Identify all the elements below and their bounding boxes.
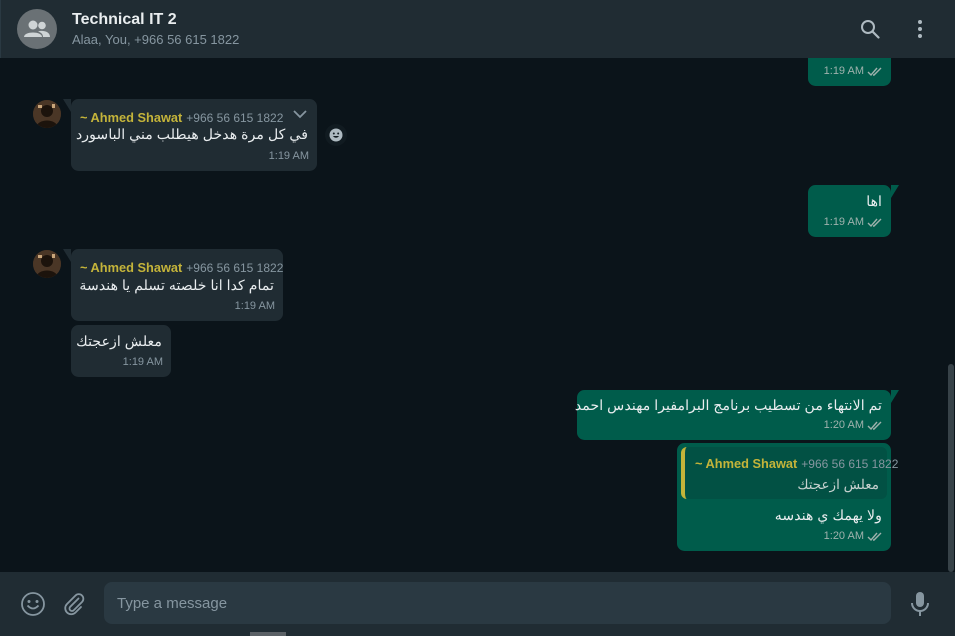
message-meta: 1:19 AM [824,62,883,81]
double-check-icon [867,218,882,228]
message-text: ولا يهمك ي هندسه [774,508,882,524]
double-check-icon [867,67,882,77]
sender-avatar[interactable] [33,250,61,278]
sender-phone: +966 56 615 1822 [186,111,284,125]
quoted-sender: ~ Ahmed Shawat +966 56 615 1822 [695,454,898,474]
window-edge-handle [250,632,286,636]
menu-button[interactable] [908,17,932,41]
profile-photo-icon [33,100,61,128]
sender-phone: +966 56 615 1822 [186,261,284,275]
composer-bar [0,572,955,636]
quoted-sender-name: ~ Ahmed Shawat [695,456,798,471]
message-sender[interactable]: ~ Ahmed Shawat +966 56 615 1822 [80,258,283,278]
search-icon [861,20,880,39]
message-time: 1:19 AM [234,300,275,312]
chat-title[interactable]: Technical IT 2 [72,11,177,29]
message-meta: 1:19 AM [235,297,275,316]
bubble-tail [63,99,71,112]
attach-button[interactable] [60,590,88,618]
quoted-text: معلش ازعجتك [797,477,879,492]
reaction-button[interactable] [325,124,347,146]
message-bubble-incoming[interactable]: معلش ازعجتك 1:19 AM [71,325,171,377]
message-meta: 1:20 AM [824,416,883,435]
bubble-tail [891,390,899,403]
chat-header[interactable]: Technical IT 2 Alaa, You, +966 56 615 18… [0,0,955,58]
group-avatar[interactable] [17,9,57,49]
message-bubble-incoming[interactable]: ~ Ahmed Shawat +966 56 615 1822 تمام كدا … [63,249,283,321]
search-button[interactable] [858,17,882,41]
chat-participants[interactable]: Alaa, You, +966 56 615 1822 [72,32,239,47]
message-text: اها [866,194,882,210]
quoted-sender-phone: +966 56 615 1822 [801,457,899,471]
message-meta: 1:19 AM [269,147,309,166]
message-bubble-outgoing[interactable]: 1:19 AM [808,58,891,86]
message-sender[interactable]: ~ Ahmed Shawat +966 56 615 1822 [80,108,283,128]
voice-message-button[interactable] [906,590,934,618]
message-bubble-outgoing[interactable]: تم الانتهاء من تسطيب برنامج البرامفيرا م… [574,390,899,440]
message-text: في كل مرة هدخل هيطلب مني الباسورد [75,127,308,143]
message-input[interactable] [104,582,891,624]
message-text: معلش ازعجتك [76,334,162,350]
bubble-tail [63,249,71,262]
message-list[interactable]: 1:19 AM ~ Ahmed Shawat +966 56 615 1822 ف… [0,58,955,572]
sender-avatar[interactable] [33,100,61,128]
message-bubble-outgoing[interactable]: اها 1:19 AM [808,185,899,237]
message-bubble-incoming[interactable]: ~ Ahmed Shawat +966 56 615 1822 في كل مرة… [63,99,317,171]
sender-name[interactable]: ~ Ahmed Shawat [80,260,182,275]
message-time: 1:20 AM [823,530,864,542]
message-time: 1:19 AM [268,150,309,162]
message-meta: 1:19 AM [824,213,883,232]
profile-photo-icon [33,250,61,278]
emoji-icon [329,128,343,142]
menu-dots-icon [918,20,922,38]
message-time: 1:19 AM [122,356,163,368]
message-meta: 1:19 AM [123,353,163,372]
double-check-icon [867,421,882,431]
message-time: 1:19 AM [823,65,864,77]
microphone-icon [911,592,929,616]
emoji-button[interactable] [19,590,47,618]
quoted-message[interactable]: ~ Ahmed Shawat +966 56 615 1822 معلش ازعج… [681,447,898,499]
message-time: 1:20 AM [823,419,864,431]
group-icon [24,20,50,37]
message-menu-button[interactable] [291,105,309,123]
chevron-down-icon [293,110,307,119]
paperclip-icon [64,593,85,616]
emoji-icon [21,592,45,616]
message-time: 1:19 AM [823,216,864,228]
double-check-icon [867,532,882,542]
message-bubble-outgoing[interactable]: ~ Ahmed Shawat +966 56 615 1822 معلش ازعج… [677,443,898,551]
bubble-tail [891,185,899,198]
scrollbar-thumb[interactable] [948,364,954,572]
message-text: تمام كدا انا خلصته تسلم يا هندسة [79,278,274,294]
message-text: تم الانتهاء من تسطيب برنامج البرامفيرا م… [574,398,882,414]
sender-name[interactable]: ~ Ahmed Shawat [80,110,182,125]
message-meta: 1:20 AM [824,527,883,546]
